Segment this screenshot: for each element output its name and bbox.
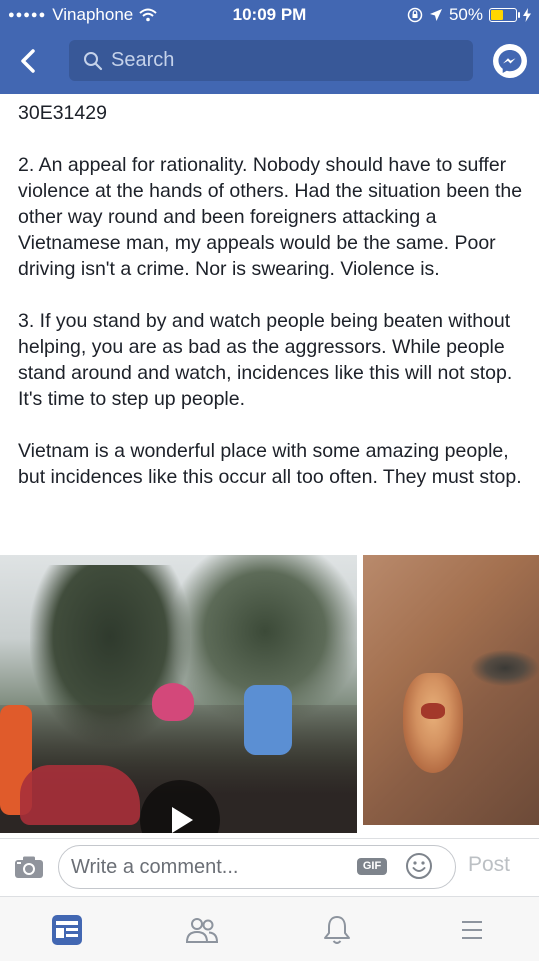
video-thumbnail[interactable]: [0, 555, 357, 833]
comment-bar: Write a comment... GIF Post: [0, 838, 539, 894]
camera-icon[interactable]: [14, 855, 44, 879]
top-bar: ●●●●● Vinaphone 10:09 PM 50% Search: [0, 0, 539, 94]
battery-percent: 50%: [448, 5, 483, 24]
menu-icon: [462, 921, 482, 939]
post-paragraph: 30E31429: [18, 102, 107, 124]
post-body: 30E31429 2. An appeal for rationality. N…: [18, 100, 528, 490]
post-media: [0, 555, 539, 833]
notifications-icon: [324, 916, 350, 944]
messenger-button[interactable]: [493, 44, 527, 78]
post-paragraph: Vietnam is a wonderful place with some a…: [18, 440, 522, 488]
messenger-icon: [498, 50, 522, 73]
tab-news-feed[interactable]: [50, 913, 84, 947]
charging-bolt-icon: [523, 8, 531, 22]
orientation-lock-icon: [407, 7, 423, 23]
gif-button[interactable]: GIF: [357, 858, 387, 875]
search-placeholder: Search: [111, 49, 175, 71]
back-button[interactable]: [16, 48, 42, 74]
back-chevron-icon: [21, 49, 35, 73]
comment-placeholder: Write a comment...: [71, 856, 239, 878]
battery-icon: [489, 8, 520, 22]
play-icon: [172, 807, 193, 833]
comment-input[interactable]: Write a comment... GIF: [58, 845, 456, 889]
post-paragraph: 2. An appeal for rationality. Nobody sho…: [18, 154, 523, 280]
post-paragraph: 3. If you stand by and watch people bein…: [18, 310, 513, 410]
tab-menu[interactable]: [455, 913, 489, 947]
navigation-row: Search: [0, 40, 539, 82]
search-icon: [84, 51, 103, 70]
injury-photo[interactable]: [363, 555, 539, 825]
tab-bar: [0, 896, 539, 961]
search-input[interactable]: Search: [69, 40, 473, 81]
tab-notifications[interactable]: [320, 913, 354, 947]
post-button[interactable]: Post: [468, 853, 510, 877]
tab-friends[interactable]: [185, 913, 219, 947]
location-arrow-icon: [429, 9, 442, 21]
status-bar: ●●●●● Vinaphone 10:09 PM 50%: [0, 0, 539, 30]
friends-icon: [185, 918, 219, 943]
status-right: 50%: [407, 5, 531, 25]
sticker-smiley-icon[interactable]: [405, 852, 433, 880]
news-feed-icon: [52, 915, 82, 945]
